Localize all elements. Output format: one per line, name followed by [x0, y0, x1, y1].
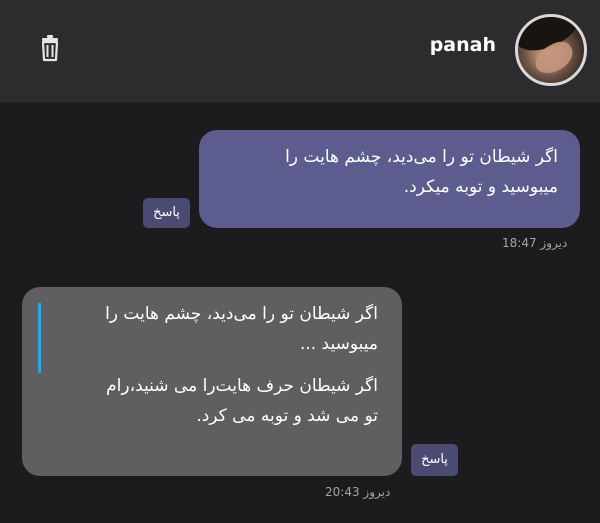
message-bubble-outgoing[interactable]: اگر شیطان تو را می‌دید، چشم هایت را میبو… [199, 130, 580, 228]
message-line: تو می شد و توبه می کرد. [196, 406, 378, 426]
message-timestamp: دیروز 20:43 [325, 485, 391, 499]
contact-name[interactable]: panah [430, 34, 496, 56]
message-timestamp: دیروز 18:47 [502, 236, 568, 250]
message-line: میبوسید و توبه میکرد. [403, 177, 558, 197]
quote-bar [38, 303, 41, 373]
quote-line: میبوسید ... [299, 334, 378, 354]
reply-button[interactable]: پاسخ [411, 444, 458, 476]
trash-icon[interactable] [35, 33, 65, 63]
message-line: اگر شیطان تو را می‌دید، چشم هایت را [285, 147, 558, 167]
message-bubble-incoming[interactable]: اگر شیطان تو را می‌دید، چشم هایت را میبو… [22, 287, 402, 476]
contact-avatar[interactable] [515, 14, 587, 86]
reply-button[interactable]: پاسخ [143, 198, 190, 228]
chat-header: panah [0, 0, 600, 103]
message-line: اگر شیطان حرف هایت‌را می شنید،رام [106, 376, 378, 396]
quote-line: اگر شیطان تو را می‌دید، چشم هایت را [105, 304, 378, 324]
quoted-message[interactable]: اگر شیطان تو را می‌دید، چشم هایت را میبو… [38, 299, 378, 373]
